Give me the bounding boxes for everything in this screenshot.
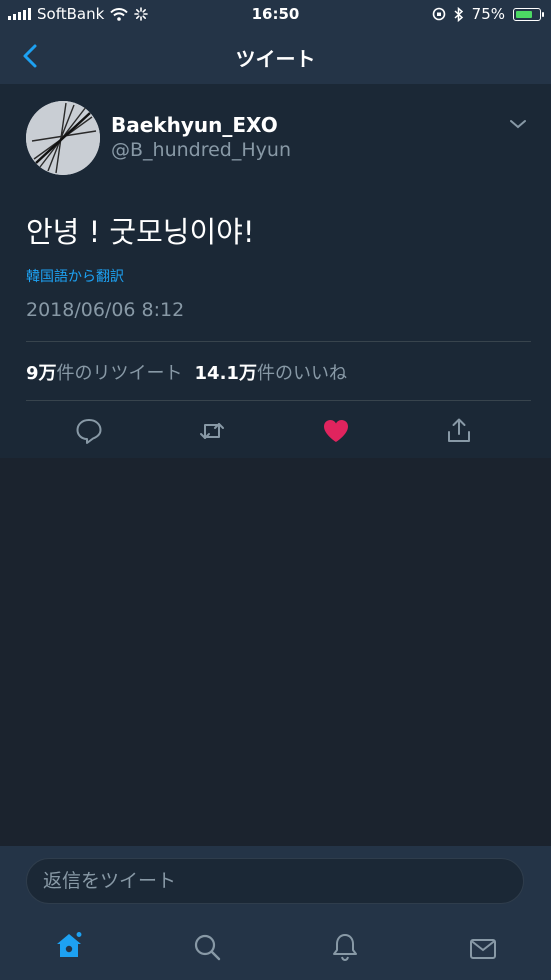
user-handle[interactable]: @B_hundred_Hyun xyxy=(111,139,291,161)
display-name[interactable]: Baekhyun_EXO xyxy=(111,113,278,137)
reply-icon[interactable] xyxy=(74,416,104,446)
like-count: 14.1万 xyxy=(194,363,257,384)
retweet-icon[interactable] xyxy=(197,416,227,446)
divider xyxy=(26,400,531,401)
back-button[interactable] xyxy=(18,42,44,70)
bottom-bar: 返信をツイート xyxy=(0,846,551,980)
retweet-label: 件のリツイート xyxy=(56,363,183,384)
tweet-detail: Baekhyun_EXO @B_hundred_Hyun 안녕 ! 굿모닝이야!… xyxy=(0,84,551,458)
navigation-bar: ツイート xyxy=(0,28,551,84)
retweet-stat[interactable]: 9万件のリツイート xyxy=(26,359,183,385)
page-title: ツイート xyxy=(235,47,316,71)
status-bar: SoftBank 16:50 75% xyxy=(0,0,551,28)
home-icon[interactable] xyxy=(54,930,84,960)
notifications-icon[interactable] xyxy=(330,932,360,962)
tweet-actions xyxy=(0,410,551,450)
heart-icon[interactable] xyxy=(321,416,351,446)
retweet-count: 9万 xyxy=(26,363,57,384)
like-stat[interactable]: 14.1万件のいいね xyxy=(195,359,347,385)
like-label: 件のいいね xyxy=(256,363,347,384)
battery-percent: 75% xyxy=(471,5,505,23)
avatar[interactable] xyxy=(26,101,100,175)
translate-link[interactable]: 韓国語から翻訳 xyxy=(26,266,124,286)
divider xyxy=(26,341,531,342)
search-icon[interactable] xyxy=(192,932,222,962)
chevron-down-icon[interactable] xyxy=(509,118,527,130)
reply-input[interactable]: 返信をツイート xyxy=(26,858,524,904)
orientation-lock-icon xyxy=(432,7,445,21)
battery-icon xyxy=(513,7,544,21)
bluetooth-icon xyxy=(454,6,463,22)
messages-icon[interactable] xyxy=(468,934,498,964)
share-icon[interactable] xyxy=(444,416,474,446)
tweet-stats: 9万件のリツイート 14.1万件のいいね xyxy=(26,359,347,385)
tweet-text: 안녕 ! 굿모닝이야! xyxy=(26,215,255,249)
tweet-timestamp: 2018/06/06 8:12 xyxy=(26,299,185,321)
